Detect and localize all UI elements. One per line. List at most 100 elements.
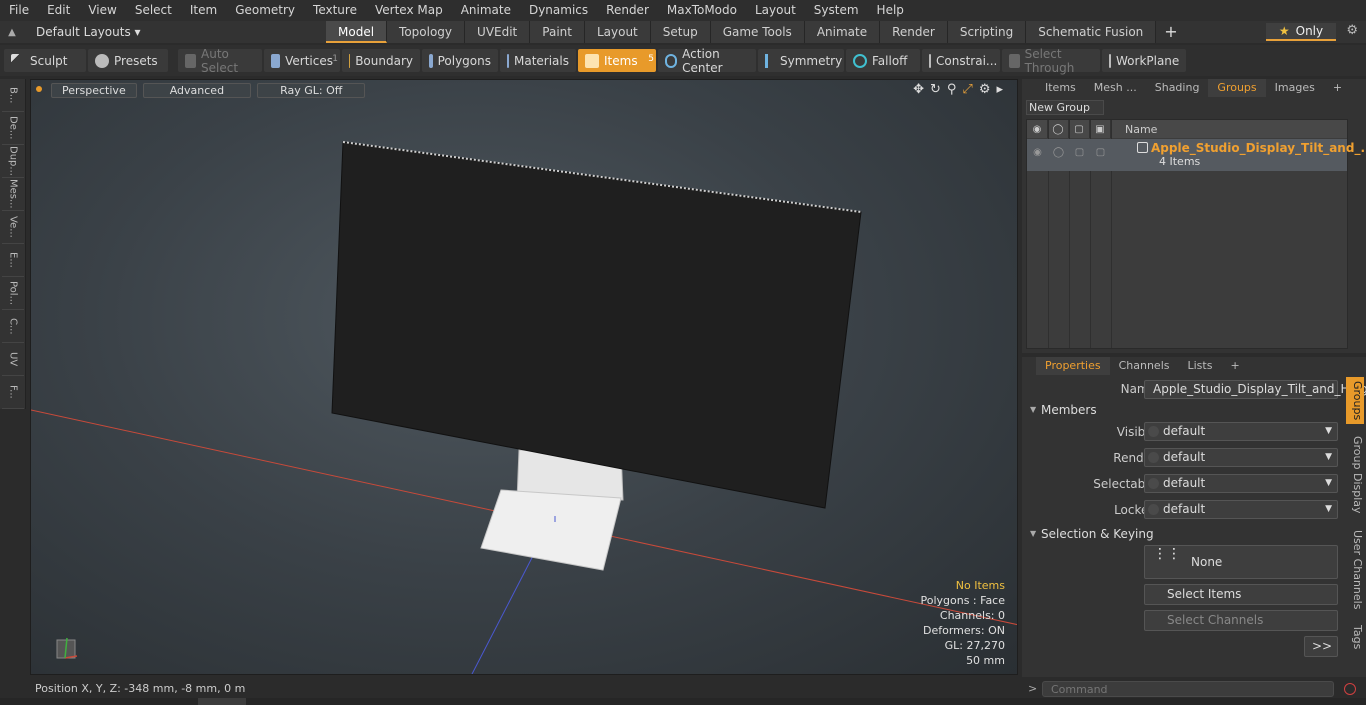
strip-tab-polygon[interactable]: Pol... (2, 277, 24, 310)
menu-dynamics[interactable]: Dynamics (520, 0, 597, 21)
visible-select[interactable]: default ▼ (1144, 422, 1338, 441)
tab-images[interactable]: Images (1266, 79, 1324, 97)
strip-tab-edge[interactable]: E... (2, 244, 24, 277)
render-icon[interactable]: ◯ (1048, 120, 1069, 138)
record-icon[interactable] (1344, 683, 1356, 695)
gear-icon[interactable]: ⚙ (1346, 23, 1358, 38)
strip-tab-deform[interactable]: De... (2, 112, 24, 145)
strip-tab-uv[interactable]: UV (2, 343, 24, 376)
menu-help[interactable]: Help (868, 0, 913, 21)
tab-model[interactable]: Model (326, 21, 388, 43)
bottom-scrollbar[interactable] (0, 698, 1366, 705)
menu-system[interactable]: System (805, 0, 868, 21)
constraints-button[interactable]: Constrai... (922, 49, 1000, 72)
render-select[interactable]: default ▼ (1144, 448, 1338, 467)
strip-tab-duplicate[interactable]: Dup... (2, 145, 24, 178)
menu-edit[interactable]: Edit (38, 0, 79, 21)
tab-lists[interactable]: Lists (1179, 357, 1222, 375)
tab-channels[interactable]: Channels (1110, 357, 1179, 375)
menu-render[interactable]: Render (597, 0, 658, 21)
menu-maxtomodo[interactable]: MaxToModo (658, 0, 746, 21)
strip-tab-vertex[interactable]: Ve... (2, 211, 24, 244)
tab-uvedit[interactable]: UVEdit (465, 21, 531, 43)
layouts-dropdown[interactable]: Default Layouts ▾ (24, 25, 147, 39)
raygl-button[interactable]: Ray GL: Off (257, 82, 366, 98)
workplane-button[interactable]: WorkPlane (1102, 49, 1186, 72)
tab-properties[interactable]: Properties (1036, 357, 1110, 375)
menu-select[interactable]: Select (126, 0, 181, 21)
rotate-icon[interactable]: ↻ (930, 82, 941, 97)
menu-layout[interactable]: Layout (746, 0, 805, 21)
locked-select[interactable]: default ▼ (1144, 500, 1338, 519)
select-channels-button[interactable]: Select Channels (1144, 610, 1338, 631)
tab-layout[interactable]: Layout (584, 21, 651, 43)
menu-view[interactable]: View (79, 0, 125, 21)
vertices-button[interactable]: Vertices 1 (264, 49, 340, 72)
strip-tab-b[interactable]: B... (2, 79, 24, 112)
polygons-button[interactable]: Polygons (422, 49, 498, 72)
falloff-button[interactable]: Falloff (846, 49, 920, 72)
row-lock-icon[interactable]: ▢ (1090, 147, 1111, 158)
tab-animate[interactable]: Animate (804, 21, 881, 43)
tab-groups[interactable]: Groups (1208, 79, 1266, 97)
members-section[interactable]: ▼ Members (1028, 402, 1344, 418)
select-items-button[interactable]: Select Items (1144, 584, 1338, 605)
lock-icon[interactable]: ▣ (1090, 120, 1111, 138)
collapse-icon[interactable]: ▲ (0, 27, 24, 38)
advanced-button[interactable]: Advanced (142, 82, 252, 98)
move-icon[interactable]: ✥ (913, 82, 924, 97)
menu-file[interactable]: File (0, 0, 38, 21)
symmetry-button[interactable]: Symmetry (758, 49, 844, 72)
command-input[interactable] (1042, 681, 1334, 697)
menu-animate[interactable]: Animate (452, 0, 520, 21)
tab-game-tools[interactable]: Game Tools (710, 21, 805, 43)
add-properties-tab-button[interactable]: + (1221, 357, 1248, 375)
tab-scripting[interactable]: Scripting (947, 21, 1027, 43)
strip-tab-curve[interactable]: C... (2, 310, 24, 343)
scene-canvas[interactable] (31, 80, 1018, 675)
scrollbar-thumb[interactable] (198, 698, 246, 705)
tab-setup[interactable]: Setup (650, 21, 711, 43)
new-group-button[interactable]: New Group (1026, 100, 1104, 115)
menu-item[interactable]: Item (181, 0, 226, 21)
only-button[interactable]: ★ Only (1266, 23, 1336, 41)
selection-keying-section[interactable]: ▼ Selection & Keying (1028, 526, 1344, 542)
action-center-button[interactable]: Action Center (658, 47, 756, 75)
menu-texture[interactable]: Texture (304, 0, 366, 21)
add-tab-button[interactable]: + (1156, 21, 1185, 43)
presets-button[interactable]: Presets (88, 49, 168, 72)
perspective-button[interactable]: Perspective (51, 82, 137, 98)
expand-arrow-icon[interactable]: ▸ (996, 82, 1003, 97)
sculpt-button[interactable]: Sculpt (4, 49, 86, 72)
vtab-user-channels[interactable]: User Channels (1346, 526, 1364, 613)
zoom-icon[interactable]: ⚲ (947, 82, 957, 97)
tab-mesh[interactable]: Mesh ... (1085, 79, 1146, 97)
none-button[interactable]: ⋮⋮ None (1144, 545, 1338, 579)
selectable-select[interactable]: default ▼ (1144, 474, 1338, 493)
boundary-button[interactable]: Boundary (342, 49, 420, 72)
row-render-icon[interactable]: ◯ (1048, 147, 1069, 158)
maximize-icon[interactable]: ⤢ (962, 82, 972, 97)
materials-button[interactable]: Materials (500, 49, 576, 72)
strip-tab-mesh[interactable]: Mes... (2, 178, 24, 211)
menu-geometry[interactable]: Geometry (226, 0, 304, 21)
row-visible-icon[interactable]: ◉ (1027, 147, 1048, 158)
tab-paint[interactable]: Paint (530, 21, 585, 43)
viewport-gear-icon[interactable]: ⚙ (979, 82, 991, 97)
tab-items[interactable]: Items (1036, 79, 1085, 97)
tab-render[interactable]: Render (880, 21, 948, 43)
tab-schematic-fusion[interactable]: Schematic Fusion (1026, 21, 1157, 43)
vtab-group-display[interactable]: Group Display (1346, 432, 1364, 518)
name-input[interactable]: Apple_Studio_Display_Tilt_and_Heigh (1144, 380, 1366, 399)
items-button[interactable]: Items 5 (578, 49, 656, 72)
more-button[interactable]: >> (1304, 636, 1338, 657)
eye-icon[interactable]: ◉ (1027, 120, 1048, 138)
vtab-tags[interactable]: Tags (1346, 621, 1364, 653)
auto-select-button[interactable]: Auto Select (178, 47, 262, 75)
select-icon[interactable]: ▢ (1069, 120, 1090, 138)
viewport-menu-icon[interactable] (36, 86, 42, 92)
3d-viewport[interactable]: Perspective Advanced Ray GL: Off ✥ ↻ ⚲ ⤢… (30, 79, 1018, 675)
vtab-groups[interactable]: Groups (1346, 377, 1364, 425)
menu-vertex-map[interactable]: Vertex Map (366, 0, 452, 21)
tab-topology[interactable]: Topology (387, 21, 466, 43)
